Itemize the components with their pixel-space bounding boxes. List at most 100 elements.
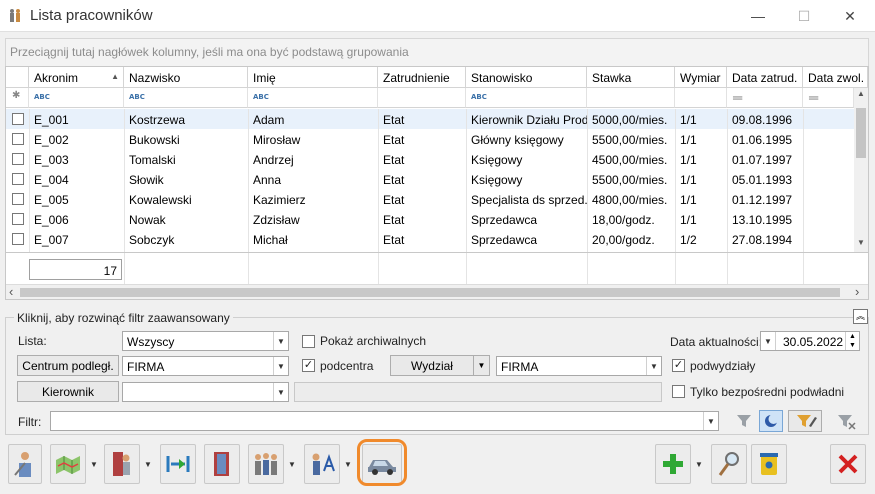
person-letter-button[interactable] — [304, 444, 340, 484]
scroll-right-icon[interactable]: › — [855, 284, 859, 299]
transfer-button[interactable] — [160, 444, 196, 484]
podcentra-checkbox[interactable]: ✓ — [302, 359, 315, 372]
exit-door-button[interactable] — [204, 444, 240, 484]
add-button[interactable] — [655, 444, 691, 484]
filter-cell-zatrudnienie[interactable] — [378, 88, 466, 108]
column-header-akronim[interactable]: Akronim ▲ — [29, 67, 124, 88]
scroll-left-icon[interactable]: ‹ — [9, 284, 13, 299]
wydzial-dropdown[interactable]: ▼ — [474, 355, 490, 376]
lista-select[interactable]: Wszyscy ▼ — [122, 331, 289, 351]
scroll-up-icon[interactable]: ▲ — [857, 89, 865, 98]
app-icon — [10, 9, 20, 22]
kierownik-select[interactable]: ▼ — [122, 382, 289, 402]
filter-cell-wymiar[interactable] — [675, 88, 727, 108]
chevron-down-icon[interactable]: ▼ — [761, 332, 776, 350]
column-header-stawka[interactable]: Stawka — [587, 67, 675, 88]
add-dropdown[interactable]: ▼ — [692, 444, 706, 484]
group-dropdown[interactable]: ▼ — [285, 444, 299, 484]
centrum-button[interactable]: Centrum podległ. — [17, 355, 119, 376]
filter-cell-data-zwol[interactable]: ═ — [803, 88, 854, 108]
row-checkbox[interactable] — [12, 213, 24, 225]
filter-cell-stawka[interactable] — [587, 88, 675, 108]
table-cell: 05.01.1993 — [732, 173, 793, 187]
column-header-data-zwol[interactable]: Data zwol. — [803, 67, 868, 88]
date-spinner[interactable]: ▲ ▼ — [845, 332, 859, 350]
table-cell: Tomalski — [129, 153, 176, 167]
filtr-input[interactable]: ▼ — [50, 411, 719, 431]
person-door-button[interactable] — [104, 444, 140, 484]
table-cell: Mirosław — [253, 133, 301, 147]
title-bar: Lista pracowników — ☐ ✕ — [0, 0, 875, 32]
delete-to-bin-button[interactable] — [751, 444, 787, 484]
plus-icon — [663, 454, 683, 474]
row-checkbox[interactable] — [12, 133, 24, 145]
map-button[interactable] — [50, 444, 86, 484]
advanced-filter-toggle[interactable]: Kliknij, aby rozwinąć filtr zaawansowany — [14, 311, 233, 325]
vertical-scrollbar[interactable]: ▲ ▼ — [854, 88, 868, 252]
apply-filter-button[interactable] — [733, 410, 755, 432]
column-header-label: Akronim — [34, 71, 79, 85]
group-by-area[interactable]: Przeciągnij tutaj nagłówek kolumny, jeśl… — [5, 38, 869, 66]
wydzial-button[interactable]: Wydział — [390, 355, 474, 376]
map-dropdown[interactable]: ▼ — [87, 444, 101, 484]
column-header-zatrudnienie[interactable]: Zatrudnienie — [378, 67, 466, 88]
person-door-dropdown[interactable]: ▼ — [141, 444, 155, 484]
filter-cell-imie[interactable]: ABC — [248, 88, 378, 108]
table-cell: Sprzedawca — [471, 213, 538, 227]
podwydzialy-checkbox[interactable]: ✓ — [672, 359, 685, 372]
transfer-arrows-icon — [166, 456, 190, 472]
filter-cell-data-zatrud[interactable]: ═ — [727, 88, 803, 108]
collapse-panel-button[interactable]: ︽ — [853, 309, 868, 324]
close-window-button[interactable]: ✕ — [827, 0, 873, 32]
magnifier-icon — [718, 452, 739, 476]
show-archived-checkbox[interactable] — [302, 335, 315, 348]
scroll-down-icon[interactable]: ▼ — [857, 238, 865, 247]
spin-down-icon[interactable]: ▼ — [846, 341, 859, 350]
view-button[interactable] — [711, 444, 747, 484]
filter-cell-akronim[interactable]: ABC — [29, 88, 124, 108]
horizontal-scroll-thumb[interactable] — [20, 288, 840, 297]
remove-filter-button[interactable] — [834, 410, 858, 432]
table-cell: 1/1 — [680, 173, 697, 187]
filter-cell-nazwisko[interactable]: ABC — [124, 88, 248, 108]
close-icon — [838, 454, 858, 474]
people-group-icon — [255, 453, 277, 475]
wydzial-select[interactable]: FIRMA ▼ — [496, 356, 662, 376]
column-header-wymiar[interactable]: Wymiar — [675, 67, 727, 88]
filter-row-pin[interactable]: ✱ — [6, 88, 29, 108]
car-button-highlight — [357, 439, 407, 486]
row-checkbox[interactable] — [12, 193, 24, 205]
minimize-button[interactable]: — — [735, 0, 781, 32]
date-picker[interactable]: ▼ 30.05.2022 ▲ ▼ — [760, 331, 860, 351]
column-header-imie[interactable]: Imię — [248, 67, 378, 88]
maximize-button[interactable]: ☐ — [781, 0, 827, 32]
moon-filter-icon — [765, 414, 779, 427]
table-cell: 5500,00/mies. — [592, 173, 668, 187]
column-header-data-zatrud[interactable]: Data zatrud. — [727, 67, 803, 88]
column-header-stanowisko[interactable]: Stanowisko — [466, 67, 587, 88]
employee-details-button[interactable] — [8, 444, 42, 484]
filter-builder-button[interactable] — [788, 410, 822, 432]
spin-up-icon[interactable]: ▲ — [846, 332, 859, 341]
row-checkbox[interactable] — [12, 113, 24, 125]
filter-cell-stanowisko[interactable]: ABC — [466, 88, 587, 108]
close-button[interactable] — [830, 444, 866, 484]
clear-filter-button[interactable] — [759, 410, 783, 432]
table-cell — [803, 169, 854, 189]
row-checkbox[interactable] — [12, 153, 24, 165]
vertical-scroll-thumb[interactable] — [856, 108, 866, 158]
only-direct-checkbox[interactable] — [672, 385, 685, 398]
kierownik-name-field — [294, 382, 662, 402]
group-button[interactable] — [248, 444, 284, 484]
horizontal-scrollbar[interactable]: ‹ › — [6, 284, 868, 299]
table-cell: 01.07.1997 — [732, 153, 793, 167]
person-letter-dropdown[interactable]: ▼ — [341, 444, 355, 484]
window-title: Lista pracowników — [30, 7, 153, 24]
centrum-select[interactable]: FIRMA ▼ — [122, 356, 289, 376]
column-header-nazwisko[interactable]: Nazwisko — [124, 67, 248, 88]
kierownik-button[interactable]: Kierownik — [17, 381, 119, 402]
employee-grid[interactable]: Akronim ▲ Nazwisko Imię Zatrudnienie Sta… — [5, 66, 869, 300]
row-checkbox[interactable] — [12, 233, 24, 245]
table-cell: 1/1 — [680, 193, 697, 207]
row-checkbox[interactable] — [12, 173, 24, 185]
